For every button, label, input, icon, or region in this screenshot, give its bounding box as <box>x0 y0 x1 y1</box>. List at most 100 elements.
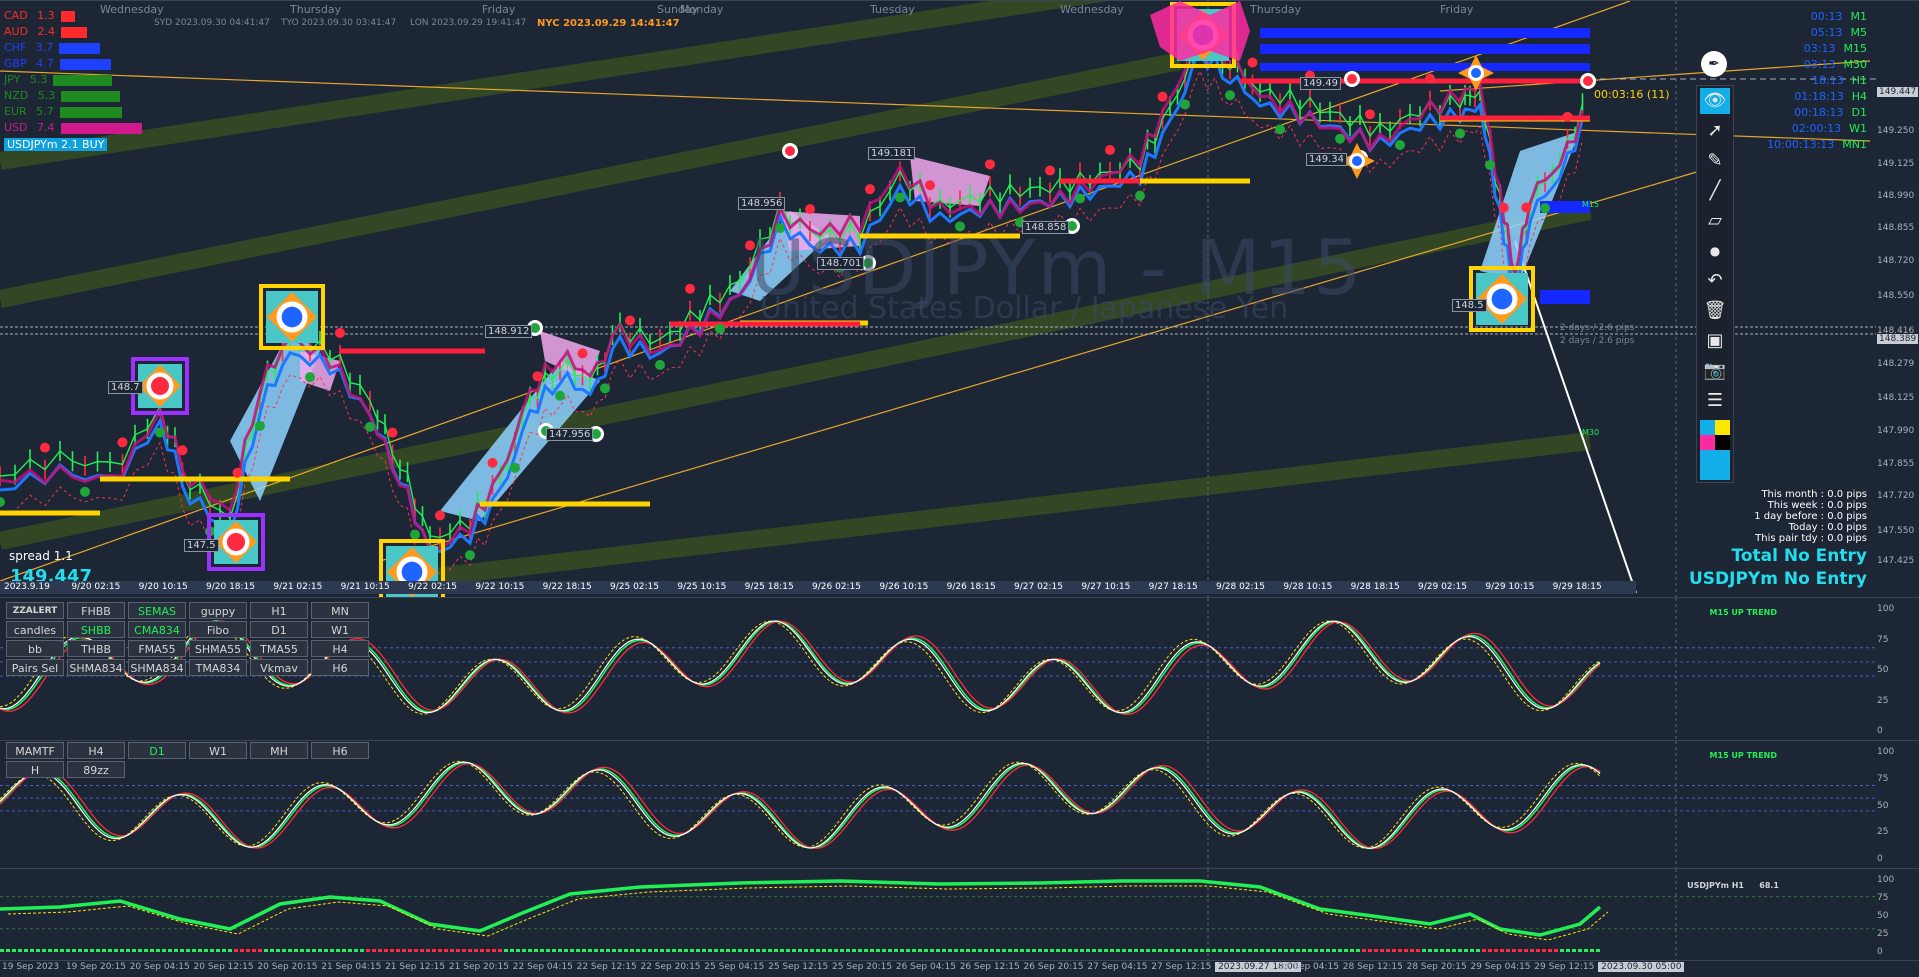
indicator-toggle-button[interactable]: 89zz <box>67 761 125 778</box>
indicator-toggle-button[interactable]: H6 <box>311 659 369 676</box>
line-tool-icon[interactable]: ╱ <box>1700 178 1730 204</box>
eye-icon[interactable]: 👁 <box>1700 88 1730 114</box>
rsi-histogram-bar <box>1296 949 1300 952</box>
strength-bar <box>60 10 75 22</box>
trash-icon[interactable]: 🗑 <box>1700 298 1730 324</box>
color-swatch-black[interactable] <box>1715 435 1730 450</box>
time-axis[interactable]: 19 Sep 2023 19 Sep 20:15 20 Sep 04:15 20 Se… <box>0 960 1919 977</box>
indicator-toggle-button[interactable]: H4 <box>67 742 125 759</box>
rsi-histogram-bar <box>276 949 280 952</box>
signal-dot <box>895 192 905 203</box>
timeframe-row: 18:13 H1 <box>1767 73 1867 89</box>
dot-icon[interactable]: ● <box>1700 238 1730 264</box>
signal-dot <box>387 427 398 438</box>
camera-icon[interactable]: 📷 <box>1700 358 1730 384</box>
signal-dot <box>655 359 665 370</box>
indicator-pane-2[interactable]: M15 UP TREND MAMTF H4 D1 W1 MH H6 H 89zz 100 75 5… <box>0 740 1919 868</box>
rsi-histogram-bar <box>1014 949 1018 952</box>
rsi-histogram-bar <box>1332 949 1336 952</box>
indicator-toggle-button[interactable]: SHMA834 <box>128 659 186 676</box>
ruler-icon[interactable]: ▱ <box>1700 208 1730 234</box>
train-icon[interactable]: ▣ <box>1700 328 1730 354</box>
rsi-histogram-bar <box>1080 949 1084 952</box>
rsi-histogram-bar <box>816 949 820 952</box>
indicator-toggle-button[interactable]: SEMAS <box>128 602 186 619</box>
rsi-histogram-bar <box>36 949 40 952</box>
indicator-pane-3[interactable]: USDJPYm H1 68.1 100 75 50 25 0 <box>0 868 1919 961</box>
pen-icon[interactable]: ✒ <box>1701 51 1727 77</box>
indicator-toggle-button[interactable]: TMA834 <box>189 659 247 676</box>
indicator-toggle-button[interactable]: D1 <box>128 742 186 759</box>
indicator-toggle-button[interactable]: THBB <box>67 640 125 657</box>
indicator-toggle-button[interactable]: SHBB <box>67 621 125 638</box>
signal-dot <box>600 383 610 394</box>
indicator-toggle-button[interactable]: Vkmav <box>250 659 308 676</box>
rsi-histogram-bar <box>1236 949 1240 952</box>
rsi-histogram-bar <box>966 949 970 952</box>
rsi-histogram-bar <box>600 949 604 952</box>
indicator-axis-label: 0 <box>1877 726 1883 736</box>
rsi-histogram-bar <box>204 949 208 952</box>
rsi-histogram-bar <box>1410 949 1414 952</box>
indicator-toggle-button[interactable]: Fibo <box>189 621 247 638</box>
bar-countdown: 00:03:16 (11) <box>1594 88 1670 101</box>
signal-dot <box>1562 111 1573 122</box>
time-axis-label: 27 Sep 04:15 <box>1087 962 1148 972</box>
indicator-toggle-button[interactable]: H1 <box>250 602 308 619</box>
signal-dot <box>1157 91 1168 102</box>
rsi-histogram-bar <box>1590 949 1594 952</box>
notepad-icon[interactable]: ☰ <box>1700 388 1730 414</box>
indicator-toggle-button[interactable]: candles <box>6 621 64 638</box>
indicator-pane-1[interactable]: M15 UP TREND ZZALERT FHBB SEMAS guppy H1 MN ca… <box>0 597 1919 740</box>
indicator-toggle-button[interactable]: MN <box>311 602 369 619</box>
rsi-histogram-bar <box>1554 949 1558 952</box>
indicator-toggle-button[interactable]: guppy <box>189 602 247 619</box>
indicator-toggle-button[interactable]: ZZALERT <box>6 602 64 619</box>
rsi-histogram-bar <box>1518 949 1522 952</box>
eraser-icon[interactable]: ✎ <box>1700 148 1730 174</box>
price-tag: 147.5 <box>184 539 219 552</box>
indicator-toggle-button[interactable]: FMA55 <box>128 640 186 657</box>
indicator-toggle-button[interactable]: MAMTF <box>6 742 64 759</box>
date-strip-label: 9/26 02:15 <box>812 582 862 592</box>
indicator-toggle-button[interactable]: H6 <box>311 742 369 759</box>
indicator-toggle-button[interactable]: FHBB <box>67 602 125 619</box>
rsi-histogram-bar <box>516 949 520 952</box>
indicator-toggle-button[interactable]: D1 <box>250 621 308 638</box>
rsi-histogram-bar <box>1182 949 1186 952</box>
rsi-histogram-bar <box>1584 949 1588 952</box>
color-swatch-cyan[interactable] <box>1700 420 1715 435</box>
rsi-histogram-bar <box>624 949 628 952</box>
rsi-histogram-bar <box>474 949 478 952</box>
cursor-icon[interactable]: ➚ <box>1700 118 1730 144</box>
price-tag: 148.912 <box>485 325 533 338</box>
pivot-marker-inner <box>785 146 795 156</box>
price-tag: 149.34 <box>1306 153 1347 166</box>
signal-dot <box>1075 193 1085 204</box>
indicator-axis-label: 0 <box>1877 854 1883 864</box>
color-swatch-magenta[interactable] <box>1700 435 1715 450</box>
color-swatch-selected[interactable] <box>1700 450 1730 480</box>
timeframe-row: 00:13 M1 <box>1767 9 1867 25</box>
signal-dot <box>1335 133 1345 144</box>
time-axis-label: 21 Sep 20:15 <box>448 962 509 972</box>
watermark-description: United States Dollar / Japanese Yen <box>760 291 1289 326</box>
rsi-histogram-bar <box>18 949 22 952</box>
time-axis-label: 26 Sep 12:15 <box>959 962 1020 972</box>
indicator-toggle-button[interactable]: SHMA834 <box>67 659 125 676</box>
indicator-toggle-button[interactable]: Pairs Sel <box>6 659 64 676</box>
main-chart-pane[interactable]: USDJPYm - M15 United States Dollar / Jap… <box>0 0 1919 597</box>
indicator-toggle-button[interactable]: MH <box>250 742 308 759</box>
pivot-marker-inner <box>1347 74 1357 84</box>
color-swatch-yellow[interactable] <box>1715 420 1730 435</box>
indicator-toggle-button[interactable]: bb <box>6 640 64 657</box>
undo-icon[interactable]: ↶ <box>1700 268 1730 294</box>
indicator-toggle-button[interactable]: H4 <box>311 640 369 657</box>
timeframe-name: M30 <box>1843 58 1868 71</box>
indicator-toggle-button[interactable]: CMA834 <box>128 621 186 638</box>
indicator-toggle-button[interactable]: W1 <box>189 742 247 759</box>
indicator-toggle-button[interactable]: TMA55 <box>250 640 308 657</box>
indicator-toggle-button[interactable]: W1 <box>311 621 369 638</box>
indicator-toggle-button[interactable]: H <box>6 761 64 778</box>
indicator-toggle-button[interactable]: SHMA55 <box>189 640 247 657</box>
